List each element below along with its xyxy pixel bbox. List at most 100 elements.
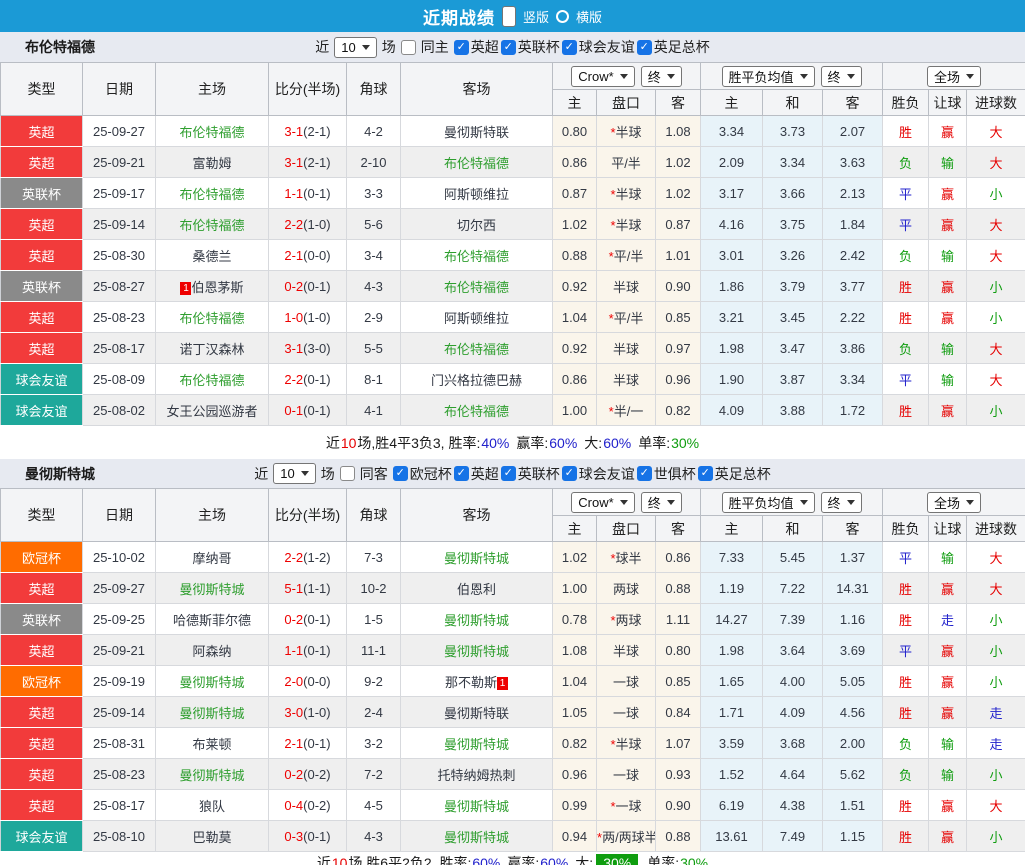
match-row[interactable]: 球会友谊 25-08-09 布伦特福德 2-2(0-1) 8-1 门兴格拉德巴赫…	[1, 364, 1025, 395]
avg-odds-select[interactable]: 胜平负均值	[722, 66, 815, 87]
away-team[interactable]: 曼彻斯特城	[401, 790, 553, 821]
away-team[interactable]: 布伦特福德	[401, 147, 553, 178]
avg-final-select[interactable]: 终	[821, 66, 862, 87]
league-checkbox-label[interactable]: 欧冠杯	[410, 464, 452, 484]
league-checkbox-label[interactable]: 世俱杯	[654, 464, 696, 484]
match-row[interactable]: 欧冠杯 25-09-19 曼彻斯特城 2-0(0-0) 9-2 那不勒斯1 1.…	[1, 666, 1025, 697]
same-venue-checkbox[interactable]	[340, 466, 355, 481]
same-venue-checkbox[interactable]	[401, 40, 416, 55]
league-checkbox[interactable]: ✓	[454, 40, 469, 55]
match-row[interactable]: 英超 25-08-23 布伦特福德 1-0(1-0) 2-9 阿斯顿维拉 1.0…	[1, 302, 1025, 333]
home-team[interactable]: 诺丁汉森林	[156, 333, 269, 364]
home-team[interactable]: 布伦特福德	[156, 178, 269, 209]
away-team[interactable]: 阿斯顿维拉	[401, 178, 553, 209]
avg-final-select[interactable]: 终	[821, 492, 862, 513]
league-checkbox[interactable]: ✓	[562, 466, 577, 481]
home-team[interactable]: 布伦特福德	[156, 209, 269, 240]
away-team[interactable]: 曼彻斯特城	[401, 821, 553, 852]
league-checkbox[interactable]: ✓	[637, 466, 652, 481]
away-team[interactable]: 布伦特福德	[401, 333, 553, 364]
home-team[interactable]: 阿森纳	[156, 635, 269, 666]
home-team[interactable]: 曼彻斯特城	[156, 759, 269, 790]
match-row[interactable]: 英超 25-09-14 布伦特福德 2-2(1-0) 5-6 切尔西 1.02 …	[1, 209, 1025, 240]
home-team[interactable]: 摩纳哥	[156, 542, 269, 573]
away-team[interactable]: 托特纳姆热刺	[401, 759, 553, 790]
match-row[interactable]: 英超 25-09-27 布伦特福德 3-1(2-1) 4-2 曼彻斯特联 0.8…	[1, 116, 1025, 147]
odds-provider-select[interactable]: Crow*	[571, 66, 634, 87]
match-row[interactable]: 英超 25-08-17 狼队 0-4(0-2) 4-5 曼彻斯特城 0.99 *…	[1, 790, 1025, 821]
odds-final-select[interactable]: 终	[641, 66, 682, 87]
league-checkbox-label[interactable]: 英足总杯	[715, 464, 771, 484]
league-checkbox[interactable]: ✓	[562, 40, 577, 55]
home-team[interactable]: 布伦特福德	[156, 302, 269, 333]
away-team[interactable]: 曼彻斯特联	[401, 116, 553, 147]
match-row[interactable]: 英超 25-08-23 曼彻斯特城 0-2(0-2) 7-2 托特纳姆热刺 0.…	[1, 759, 1025, 790]
home-team[interactable]: 曼彻斯特城	[156, 666, 269, 697]
match-row[interactable]: 英超 25-08-30 桑德兰 2-1(0-0) 3-4 布伦特福德 0.88 …	[1, 240, 1025, 271]
league-checkbox-label[interactable]: 英联杯	[518, 37, 560, 57]
match-row[interactable]: 英联杯 25-09-17 布伦特福德 1-1(0-1) 3-3 阿斯顿维拉 0.…	[1, 178, 1025, 209]
away-team[interactable]: 曼彻斯特城	[401, 542, 553, 573]
league-checkbox-label[interactable]: 英足总杯	[654, 37, 710, 57]
league-checkbox-label[interactable]: 英超	[471, 37, 499, 57]
match-row[interactable]: 英超 25-09-21 阿森纳 1-1(0-1) 11-1 曼彻斯特城 1.08…	[1, 635, 1025, 666]
odds-provider-select[interactable]: Crow*	[571, 492, 634, 513]
match-row[interactable]: 英超 25-08-17 诺丁汉森林 3-1(3-0) 5-5 布伦特福德 0.9…	[1, 333, 1025, 364]
odds-final-select[interactable]: 终	[641, 492, 682, 513]
league-checkbox-label[interactable]: 英联杯	[518, 464, 560, 484]
away-team[interactable]: 布伦特福德	[401, 240, 553, 271]
horizontal-layout-label[interactable]: 横版	[576, 7, 602, 26]
away-team[interactable]: 曼彻斯特城	[401, 604, 553, 635]
away-team[interactable]: 阿斯顿维拉	[401, 302, 553, 333]
home-team[interactable]: 布莱顿	[156, 728, 269, 759]
match-count-select[interactable]: 10	[273, 463, 315, 484]
league-checkbox[interactable]: ✓	[637, 40, 652, 55]
home-team[interactable]: 女王公园巡游者	[156, 395, 269, 426]
away-team[interactable]: 曼彻斯特联	[401, 697, 553, 728]
home-team[interactable]: 曼彻斯特城	[156, 573, 269, 604]
home-team[interactable]: 富勒姆	[156, 147, 269, 178]
league-checkbox[interactable]: ✓	[501, 466, 516, 481]
league-checkbox[interactable]: ✓	[454, 466, 469, 481]
match-row[interactable]: 英超 25-09-27 曼彻斯特城 5-1(1-1) 10-2 伯恩利 1.00…	[1, 573, 1025, 604]
match-row[interactable]: 英联杯 25-08-27 1伯恩茅斯 0-2(0-1) 4-3 布伦特福德 0.…	[1, 271, 1025, 302]
match-row[interactable]: 球会友谊 25-08-02 女王公园巡游者 0-1(0-1) 4-1 布伦特福德…	[1, 395, 1025, 426]
scope-select[interactable]: 全场	[927, 492, 981, 513]
home-team[interactable]: 曼彻斯特城	[156, 697, 269, 728]
away-team[interactable]: 门兴格拉德巴赫	[401, 364, 553, 395]
vertical-layout-label[interactable]: 竖版	[523, 7, 549, 26]
home-team[interactable]: 1伯恩茅斯	[156, 271, 269, 302]
home-team[interactable]: 巴勒莫	[156, 821, 269, 852]
away-team[interactable]: 布伦特福德	[401, 271, 553, 302]
home-team[interactable]: 桑德兰	[156, 240, 269, 271]
horizontal-layout-radio[interactable]	[556, 10, 569, 23]
away-team[interactable]: 曼彻斯特城	[401, 728, 553, 759]
col-avg-home: 主	[701, 90, 763, 116]
home-team[interactable]: 哈德斯菲尔德	[156, 604, 269, 635]
match-row[interactable]: 球会友谊 25-08-10 巴勒莫 0-3(0-1) 4-3 曼彻斯特城 0.9…	[1, 821, 1025, 852]
match-row[interactable]: 英联杯 25-09-25 哈德斯菲尔德 0-2(0-1) 1-5 曼彻斯特城 0…	[1, 604, 1025, 635]
away-team[interactable]: 布伦特福德	[401, 395, 553, 426]
away-team[interactable]: 伯恩利	[401, 573, 553, 604]
league-checkbox[interactable]: ✓	[393, 466, 408, 481]
home-team[interactable]: 布伦特福德	[156, 364, 269, 395]
away-team[interactable]: 切尔西	[401, 209, 553, 240]
home-team[interactable]: 狼队	[156, 790, 269, 821]
league-checkbox-label[interactable]: 英超	[471, 464, 499, 484]
match-date: 25-09-27	[83, 116, 156, 147]
league-checkbox-label[interactable]: 球会友谊	[579, 37, 635, 57]
league-checkbox[interactable]: ✓	[501, 40, 516, 55]
league-checkbox-label[interactable]: 球会友谊	[579, 464, 635, 484]
league-checkbox[interactable]: ✓	[698, 466, 713, 481]
match-count-select[interactable]: 10	[334, 37, 376, 58]
away-team[interactable]: 曼彻斯特城	[401, 635, 553, 666]
match-row[interactable]: 欧冠杯 25-10-02 摩纳哥 2-2(1-2) 7-3 曼彻斯特城 1.02…	[1, 542, 1025, 573]
scope-select[interactable]: 全场	[927, 66, 981, 87]
home-team[interactable]: 布伦特福德	[156, 116, 269, 147]
match-row[interactable]: 英超 25-09-21 富勒姆 3-1(2-1) 2-10 布伦特福德 0.86…	[1, 147, 1025, 178]
match-row[interactable]: 英超 25-09-14 曼彻斯特城 3-0(1-0) 2-4 曼彻斯特联 1.0…	[1, 697, 1025, 728]
avg-odds-select[interactable]: 胜平负均值	[722, 492, 815, 513]
away-team[interactable]: 那不勒斯1	[401, 666, 553, 697]
match-row[interactable]: 英超 25-08-31 布莱顿 2-1(0-1) 3-2 曼彻斯特城 0.82 …	[1, 728, 1025, 759]
vertical-layout-radio[interactable]	[502, 6, 516, 27]
